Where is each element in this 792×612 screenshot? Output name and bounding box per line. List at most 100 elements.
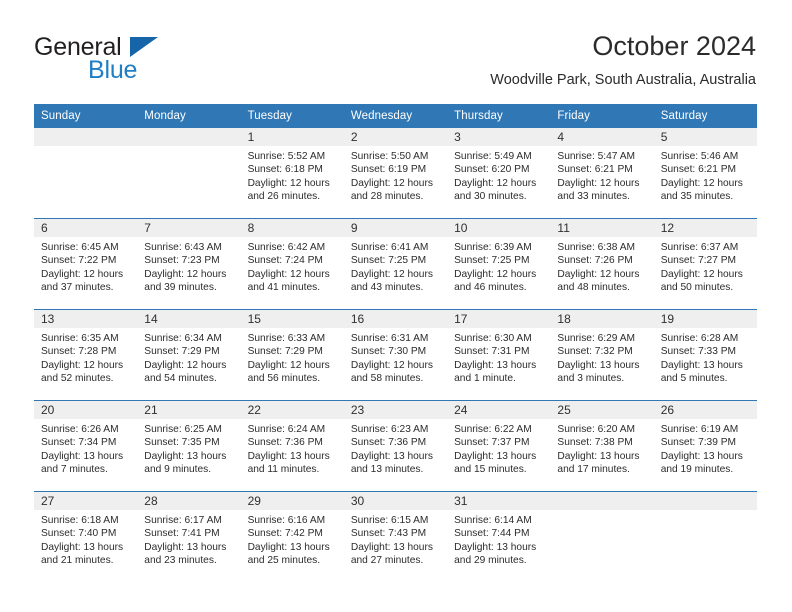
day-details: Sunrise: 6:16 AM Sunset: 7:42 PM Daylight:…	[241, 510, 344, 568]
daylight-text-line1: Daylight: 12 hours	[144, 268, 227, 280]
calendar-day-cell[interactable]: 5 Sunrise: 5:46 AM Sunset: 6:21 PM Daylight…	[653, 128, 757, 219]
sunrise-text: Sunrise: 6:25 AM	[144, 424, 222, 435]
calendar-day-cell[interactable]: 23 Sunrise: 6:23 AM Sunset: 7:36 PM Dayligh…	[343, 400, 448, 492]
daylight-text-line2: and 43 minutes.	[350, 282, 424, 294]
calendar-day-cell[interactable]: 29 Sunrise: 6:16 AM Sunset: 7:42 PM Dayligh…	[240, 491, 344, 582]
day-cell-inner: 9 Sunrise: 6:41 AM Sunset: 7:25 PM Daylight…	[343, 219, 448, 309]
calendar-day-cell[interactable]: 12 Sunrise: 6:37 AM Sunset: 7:27 PM Dayligh…	[653, 218, 757, 310]
daylight-text-line2: and 35 minutes.	[660, 191, 734, 203]
calendar-day-cell[interactable]: 4 Sunrise: 5:47 AM Sunset: 6:21 PM Daylight…	[550, 128, 654, 219]
calendar-day-cell[interactable]: 25 Sunrise: 6:20 AM Sunset: 7:38 PM Dayligh…	[550, 400, 654, 492]
calendar-day-cell[interactable]: 27 Sunrise: 6:18 AM Sunset: 7:40 PM Dayligh…	[34, 491, 138, 582]
day-number: 16	[343, 310, 448, 328]
day-cell-inner: 21 Sunrise: 6:25 AM Sunset: 7:35 PM Dayligh…	[137, 401, 241, 491]
calendar-day-cell[interactable]: 1 Sunrise: 5:52 AM Sunset: 6:18 PM Daylight…	[240, 128, 344, 219]
daylight-text-line1: Daylight: 12 hours	[350, 359, 433, 371]
calendar-day-cell[interactable]: 9 Sunrise: 6:41 AM Sunset: 7:25 PM Daylight…	[343, 218, 448, 310]
day-cell-inner	[137, 128, 241, 218]
calendar-day-cell[interactable]: 11 Sunrise: 6:38 AM Sunset: 7:26 PM Dayligh…	[550, 218, 654, 310]
day-details: Sunrise: 6:23 AM Sunset: 7:36 PM Daylight:…	[344, 419, 447, 477]
sunrise-text: Sunrise: 5:52 AM	[247, 151, 326, 162]
calendar-day-cell[interactable]: 3 Sunrise: 5:49 AM Sunset: 6:20 PM Daylight…	[447, 128, 551, 219]
calendar-day-cell[interactable]: 18 Sunrise: 6:29 AM Sunset: 7:32 PM Dayligh…	[550, 309, 654, 401]
day-number: 19	[653, 310, 757, 328]
calendar-cell-empty	[550, 491, 654, 582]
sunset-text: Sunset: 7:25 PM	[350, 255, 427, 267]
calendar-week-row: 27 Sunrise: 6:18 AM Sunset: 7:40 PM Dayligh…	[34, 491, 757, 582]
calendar-day-cell[interactable]: 26 Sunrise: 6:19 AM Sunset: 7:39 PM Dayligh…	[653, 400, 757, 492]
sunset-text: Sunset: 6:21 PM	[660, 164, 737, 176]
calendar-day-cell[interactable]: 31 Sunrise: 6:14 AM Sunset: 7:44 PM Dayligh…	[447, 491, 551, 582]
calendar-day-cell[interactable]: 24 Sunrise: 6:22 AM Sunset: 7:37 PM Dayligh…	[447, 400, 551, 492]
daylight-text-line1: Daylight: 13 hours	[350, 541, 433, 553]
calendar-day-cell[interactable]: 15 Sunrise: 6:33 AM Sunset: 7:29 PM Dayligh…	[240, 309, 344, 401]
daylight-text-line1: Daylight: 12 hours	[247, 268, 330, 280]
daylight-text-line2: and 58 minutes.	[350, 373, 424, 385]
day-number	[34, 128, 138, 146]
calendar-day-cell[interactable]: 28 Sunrise: 6:17 AM Sunset: 7:41 PM Dayligh…	[137, 491, 241, 582]
calendar-day-cell[interactable]: 8 Sunrise: 6:42 AM Sunset: 7:24 PM Daylight…	[240, 218, 344, 310]
calendar-day-cell[interactable]: 22 Sunrise: 6:24 AM Sunset: 7:36 PM Dayligh…	[240, 400, 344, 492]
sunrise-text: Sunrise: 5:50 AM	[350, 151, 429, 162]
calendar-day-cell[interactable]: 14 Sunrise: 6:34 AM Sunset: 7:29 PM Dayligh…	[137, 309, 241, 401]
sunset-text: Sunset: 7:41 PM	[144, 528, 220, 540]
day-number	[653, 492, 757, 510]
calendar-day-cell[interactable]: 19 Sunrise: 6:28 AM Sunset: 7:33 PM Dayligh…	[653, 309, 757, 401]
daylight-text-line1: Daylight: 12 hours	[660, 177, 743, 189]
sunrise-text: Sunrise: 6:24 AM	[247, 424, 326, 435]
daylight-text-line1: Daylight: 12 hours	[454, 177, 537, 189]
day-number: 3	[447, 128, 551, 146]
day-details: Sunrise: 6:14 AM Sunset: 7:44 PM Daylight:…	[447, 510, 550, 568]
calendar-day-cell[interactable]: 2 Sunrise: 5:50 AM Sunset: 6:19 PM Daylight…	[343, 128, 448, 219]
calendar-day-cell[interactable]: 10 Sunrise: 6:39 AM Sunset: 7:25 PM Dayligh…	[447, 218, 551, 310]
calendar-day-cell[interactable]: 20 Sunrise: 6:26 AM Sunset: 7:34 PM Dayligh…	[34, 400, 138, 492]
calendar-day-cell[interactable]: 16 Sunrise: 6:31 AM Sunset: 7:30 PM Dayligh…	[343, 309, 448, 401]
sunrise-text: Sunrise: 6:41 AM	[350, 242, 429, 253]
calendar-day-cell[interactable]: 17 Sunrise: 6:30 AM Sunset: 7:31 PM Dayligh…	[447, 309, 551, 401]
daylight-text-line2: and 56 minutes.	[247, 373, 321, 385]
brand-logo[interactable]: General Blue	[34, 33, 264, 88]
calendar-week-row: 1 Sunrise: 5:52 AM Sunset: 6:18 PM Daylight…	[34, 128, 757, 219]
calendar-day-cell[interactable]: 13 Sunrise: 6:35 AM Sunset: 7:28 PM Dayligh…	[34, 309, 138, 401]
calendar-day-cell[interactable]: 7 Sunrise: 6:43 AM Sunset: 7:23 PM Daylight…	[137, 218, 241, 310]
day-number: 31	[447, 492, 551, 510]
daylight-text-line2: and 50 minutes.	[660, 282, 734, 294]
day-cell-inner: 2 Sunrise: 5:50 AM Sunset: 6:19 PM Daylight…	[343, 128, 448, 218]
calendar-day-cell[interactable]: 6 Sunrise: 6:45 AM Sunset: 7:22 PM Daylight…	[34, 218, 138, 310]
daylight-text-line2: and 23 minutes.	[144, 555, 217, 567]
day-number: 29	[240, 492, 344, 510]
day-number: 13	[34, 310, 138, 328]
sunrise-text: Sunrise: 6:19 AM	[660, 424, 739, 435]
calendar-day-cell[interactable]: 30 Sunrise: 6:15 AM Sunset: 7:43 PM Dayligh…	[343, 491, 448, 582]
calendar-cell-empty	[653, 491, 757, 582]
day-number: 7	[137, 219, 241, 237]
daylight-text-line2: and 26 minutes.	[247, 191, 321, 203]
day-cell-inner: 31 Sunrise: 6:14 AM Sunset: 7:44 PM Dayligh…	[447, 492, 551, 582]
daylight-text-line1: Daylight: 13 hours	[144, 450, 227, 462]
calendar-day-cell[interactable]: 21 Sunrise: 6:25 AM Sunset: 7:35 PM Dayligh…	[137, 400, 241, 492]
day-details: Sunrise: 6:38 AM Sunset: 7:26 PM Daylight:…	[550, 237, 653, 295]
sunset-text: Sunset: 6:20 PM	[454, 164, 530, 176]
day-details: Sunrise: 6:30 AM Sunset: 7:31 PM Daylight:…	[447, 328, 550, 386]
daylight-text-line1: Daylight: 13 hours	[247, 541, 330, 553]
day-details: Sunrise: 5:50 AM Sunset: 6:19 PM Daylight:…	[344, 146, 447, 204]
daylight-text-line2: and 3 minutes.	[557, 373, 625, 385]
day-number: 11	[550, 219, 654, 237]
daylight-text-line1: Daylight: 13 hours	[557, 450, 640, 462]
sunrise-text: Sunrise: 6:20 AM	[557, 424, 635, 435]
sunrise-text: Sunrise: 6:42 AM	[247, 242, 326, 253]
sunrise-text: Sunrise: 6:39 AM	[454, 242, 532, 253]
day-number: 17	[447, 310, 551, 328]
day-details: Sunrise: 5:47 AM Sunset: 6:21 PM Daylight:…	[550, 146, 653, 204]
day-cell-inner: 29 Sunrise: 6:16 AM Sunset: 7:42 PM Dayligh…	[240, 492, 344, 582]
daylight-text-line2: and 9 minutes.	[144, 464, 212, 476]
page-subtitle: Woodville Park, South Australia, Austral…	[490, 72, 756, 88]
sunrise-text: Sunrise: 6:43 AM	[144, 242, 222, 253]
day-number: 27	[34, 492, 138, 510]
weekday-header-tuesday: Tuesday	[240, 104, 344, 128]
page-title: October 2024	[592, 31, 756, 61]
day-details: Sunrise: 6:33 AM Sunset: 7:29 PM Daylight:…	[241, 328, 344, 386]
day-cell-inner: 20 Sunrise: 6:26 AM Sunset: 7:34 PM Dayligh…	[34, 401, 138, 491]
day-details: Sunrise: 6:19 AM Sunset: 7:39 PM Daylight:…	[654, 419, 757, 477]
day-cell-inner: 22 Sunrise: 6:24 AM Sunset: 7:36 PM Dayligh…	[240, 401, 344, 491]
